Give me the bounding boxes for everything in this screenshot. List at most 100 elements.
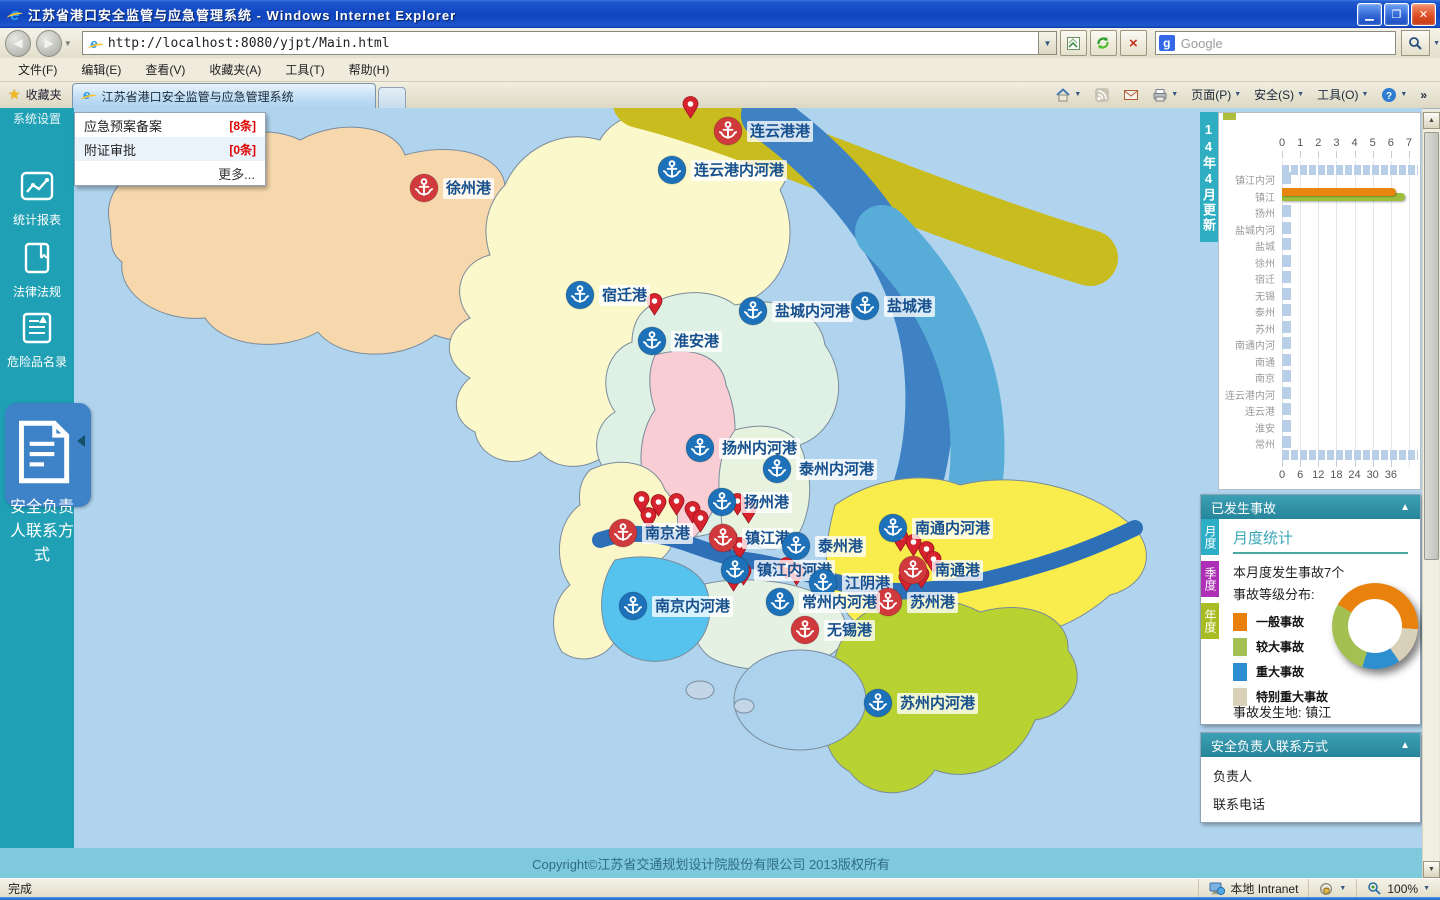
chart-gridline: [1391, 161, 1392, 467]
top-axis-tick: [1300, 151, 1301, 158]
accident-pin-icon[interactable]: [682, 96, 699, 124]
menu-item[interactable]: 帮助(H): [339, 58, 400, 81]
legend-label: 重大事故: [1256, 663, 1304, 680]
contact-person-row[interactable]: 负责人: [1201, 757, 1420, 785]
port-label: 苏州港: [907, 592, 958, 613]
home-button[interactable]: ▼: [1050, 85, 1086, 105]
home-icon: [1055, 87, 1071, 103]
port-marker[interactable]: 宿迁港: [565, 280, 650, 310]
collapse-icon[interactable]: ▲: [1400, 740, 1410, 751]
port-marker[interactable]: 无锡港: [790, 615, 875, 645]
new-tab-button[interactable]: [378, 87, 406, 108]
port-marker[interactable]: 南通港: [898, 555, 983, 585]
address-bar[interactable]: e http://localhost:8080/yjpt/Main.html: [82, 31, 1039, 55]
quick-row-certificate-approval[interactable]: 附证审批[0条]: [75, 137, 265, 161]
search-button[interactable]: [1401, 30, 1430, 56]
sidebar-item-safety-contact[interactable]: 安全负责人联系方式: [5, 403, 91, 507]
address-dropdown[interactable]: ▼: [1039, 31, 1057, 55]
more-link[interactable]: 更多...: [75, 161, 265, 185]
sidebar-item-laws[interactable]: 法律法规: [0, 240, 74, 300]
contact-phone-row[interactable]: 联系电话: [1201, 785, 1420, 813]
compatibility-view-button[interactable]: [1060, 30, 1087, 56]
feeds-button[interactable]: [1089, 85, 1115, 105]
accidents-panel-header[interactable]: 已发生事故 ▲: [1201, 495, 1420, 519]
menu-bar: 文件(F)编辑(E)查看(V)收藏夹(A)工具(T)帮助(H): [0, 58, 1440, 82]
legend-label: 较大事故: [1256, 638, 1304, 655]
safety-menu-button[interactable]: 安全(S)▼: [1249, 84, 1309, 105]
quick-row-emergency-plan[interactable]: 应急预案备案[8条]: [75, 113, 265, 137]
help-button[interactable]: ? ▼: [1376, 85, 1412, 105]
port-marker[interactable]: 常州内河港: [765, 587, 880, 617]
accidents-panel: 已发生事故 ▲ 月度季度年度 月度统计 本月度发生事故7个 事故等级分布: 一般…: [1200, 494, 1421, 725]
port-marker[interactable]: 盐城内河港: [738, 296, 853, 326]
accident-pin-icon[interactable]: [668, 493, 685, 521]
back-button[interactable]: ◀: [5, 30, 31, 57]
accident-location: 事故发生地: 镇江: [1233, 702, 1331, 721]
port-label: 宿迁港: [599, 285, 650, 306]
zoom-control[interactable]: 100% ▼: [1356, 879, 1440, 898]
port-marker[interactable]: 连云港内河港: [657, 155, 787, 185]
collapse-icon[interactable]: ▲: [1400, 502, 1410, 513]
favorites-button[interactable]: ★ 收藏夹: [0, 86, 72, 108]
search-box[interactable]: g Google: [1155, 31, 1396, 55]
port-marker[interactable]: 苏州港: [873, 587, 958, 617]
stop-button[interactable]: ×: [1120, 30, 1147, 56]
menu-item[interactable]: 文件(F): [8, 58, 67, 81]
overflow-chevron[interactable]: »: [1415, 86, 1432, 104]
menu-item[interactable]: 工具(T): [275, 58, 334, 81]
minimize-button[interactable]: ▁: [1357, 3, 1382, 26]
port-marker[interactable]: 连云港港: [713, 116, 813, 146]
tab-active[interactable]: e 江苏省港口安全监管与应急管理系统: [72, 83, 376, 108]
sidebar-item-hazardous-list[interactable]: 危险品名录: [0, 310, 74, 370]
port-marker[interactable]: 泰州内河港: [762, 454, 877, 484]
top-axis-tick-label: 5: [1363, 137, 1383, 149]
top-edge-band: [1282, 165, 1418, 175]
sidebar-item-system-settings[interactable]: 系统设置: [0, 110, 74, 127]
menu-item[interactable]: 收藏夹(A): [199, 58, 271, 81]
menu-item[interactable]: 编辑(E): [71, 58, 131, 81]
sidebar-item-statistics[interactable]: 统计报表: [0, 168, 74, 228]
tab-title: 江苏省港口安全监管与应急管理系统: [102, 88, 294, 105]
chart-category-label: 南通: [1219, 354, 1275, 369]
top-axis-tick: [1391, 151, 1392, 158]
print-button[interactable]: ▼: [1147, 85, 1183, 105]
scroll-up-button[interactable]: ▲: [1423, 112, 1440, 129]
contact-panel-header[interactable]: 安全负责人联系方式 ▲: [1201, 733, 1420, 757]
zero-stub-bar: [1282, 172, 1291, 184]
accidents-tab-active[interactable]: 月度: [1201, 519, 1219, 555]
chart-icon: [19, 168, 55, 204]
count-badge: [8条]: [229, 117, 256, 134]
mail-button[interactable]: [1118, 85, 1144, 105]
history-dropdown-icon[interactable]: ▼: [64, 39, 72, 48]
refresh-button[interactable]: [1090, 30, 1117, 56]
bottom-edge-band: [1282, 450, 1418, 460]
tools-menu-button[interactable]: 工具(O)▼: [1312, 84, 1373, 105]
search-options-dropdown[interactable]: ▼: [1433, 40, 1440, 47]
chart-category-label: 盐城: [1219, 238, 1275, 253]
port-marker[interactable]: 扬州港: [707, 487, 792, 517]
restore-button[interactable]: ❐: [1384, 3, 1409, 26]
port-marker[interactable]: 淮安港: [637, 326, 722, 356]
bar-orange[interactable]: [1282, 188, 1396, 196]
scroll-thumb[interactable]: [1424, 132, 1439, 560]
chart-category-label: 镇江内河: [1219, 172, 1275, 187]
port-marker[interactable]: 南通内河港: [878, 513, 993, 543]
close-button[interactable]: ✕: [1411, 3, 1436, 26]
accidents-tab-inactive[interactable]: 季度: [1201, 561, 1219, 597]
page-scrollbar[interactable]: ▲ ▼: [1422, 112, 1439, 878]
port-marker[interactable]: 苏州内河港: [863, 688, 978, 718]
quick-tasks-panel: 应急预案备案[8条] 附证审批[0条] 更多...: [74, 112, 266, 186]
page-menu-button[interactable]: 页面(P)▼: [1186, 84, 1246, 105]
port-label: 泰州内河港: [796, 459, 877, 480]
forward-button[interactable]: ▶: [36, 30, 62, 57]
scroll-down-button[interactable]: ▼: [1423, 861, 1440, 878]
port-marker[interactable]: 盐城港: [850, 291, 935, 321]
zero-stub-bar: [1282, 337, 1291, 349]
accidents-tab-inactive[interactable]: 年度: [1201, 603, 1219, 639]
port-marker[interactable]: 南京港: [608, 518, 693, 548]
port-marker[interactable]: 南京内河港: [618, 591, 733, 621]
port-marker[interactable]: 徐州港: [409, 173, 494, 203]
top-axis-tick-label: 4: [1345, 137, 1365, 149]
menu-item[interactable]: 查看(V): [135, 58, 195, 81]
protected-mode-button[interactable]: ▼: [1308, 879, 1356, 898]
